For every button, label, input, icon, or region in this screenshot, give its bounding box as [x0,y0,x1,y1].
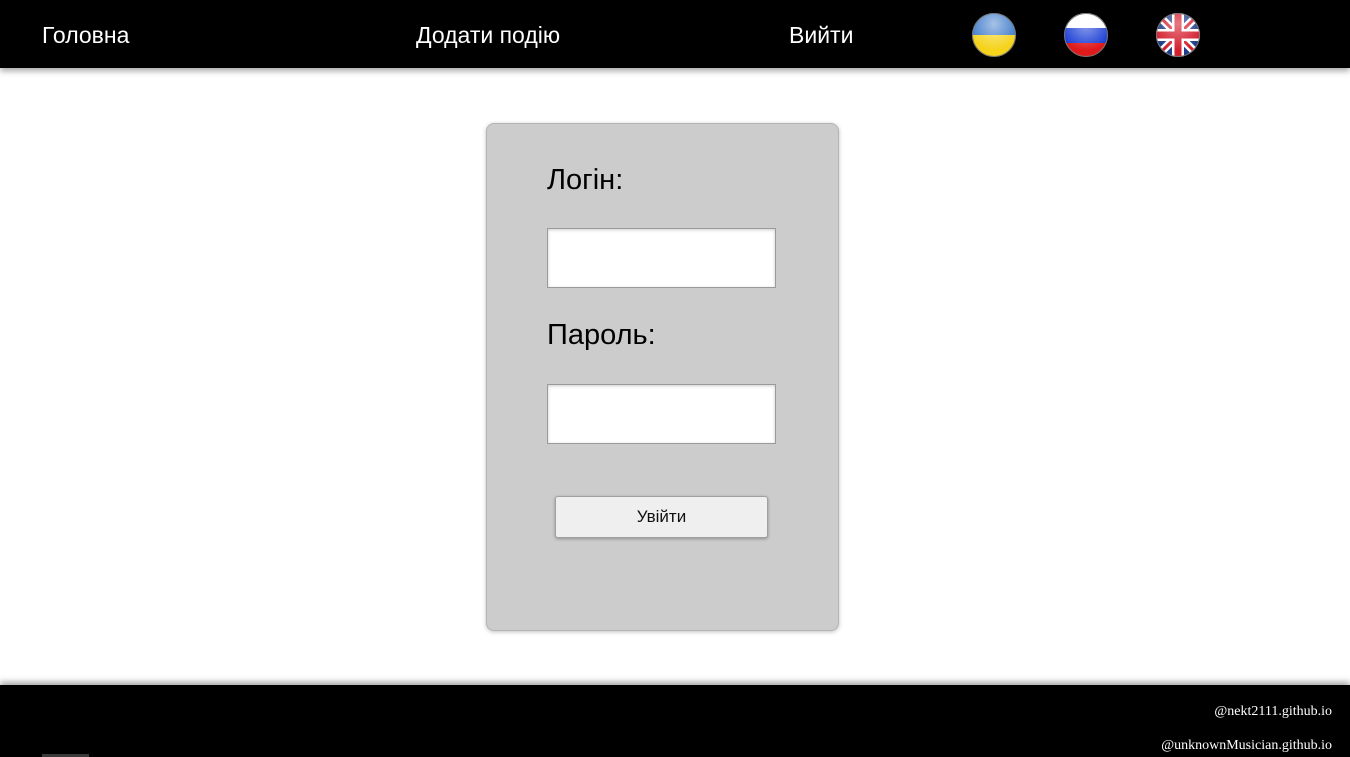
nav-logout-link[interactable]: Вийти [789,0,853,68]
login-form: Логін: Пароль: Увійти [486,123,839,631]
login-submit-button[interactable]: Увійти [555,496,768,538]
ukraine-flag-icon[interactable] [972,13,1016,57]
russia-flag-icon[interactable] [1064,13,1108,57]
nav-add-event-link[interactable]: Додати подію [416,0,560,68]
password-input[interactable] [547,384,776,444]
top-navbar: Головна Додати подію Вийти [0,0,1350,68]
footer: @nekt2111.github.io @unknownMusician.git… [0,685,1350,757]
password-label: Пароль: [547,319,656,351]
nav-home-link[interactable]: Головна [42,0,129,68]
footer-link-unknownmusician[interactable]: @unknownMusician.github.io [1161,738,1332,754]
footer-link-nekt2111[interactable]: @nekt2111.github.io [1214,704,1332,720]
login-input[interactable] [547,228,776,288]
login-label: Логін: [547,164,624,196]
uk-flag-icon[interactable] [1156,13,1200,57]
